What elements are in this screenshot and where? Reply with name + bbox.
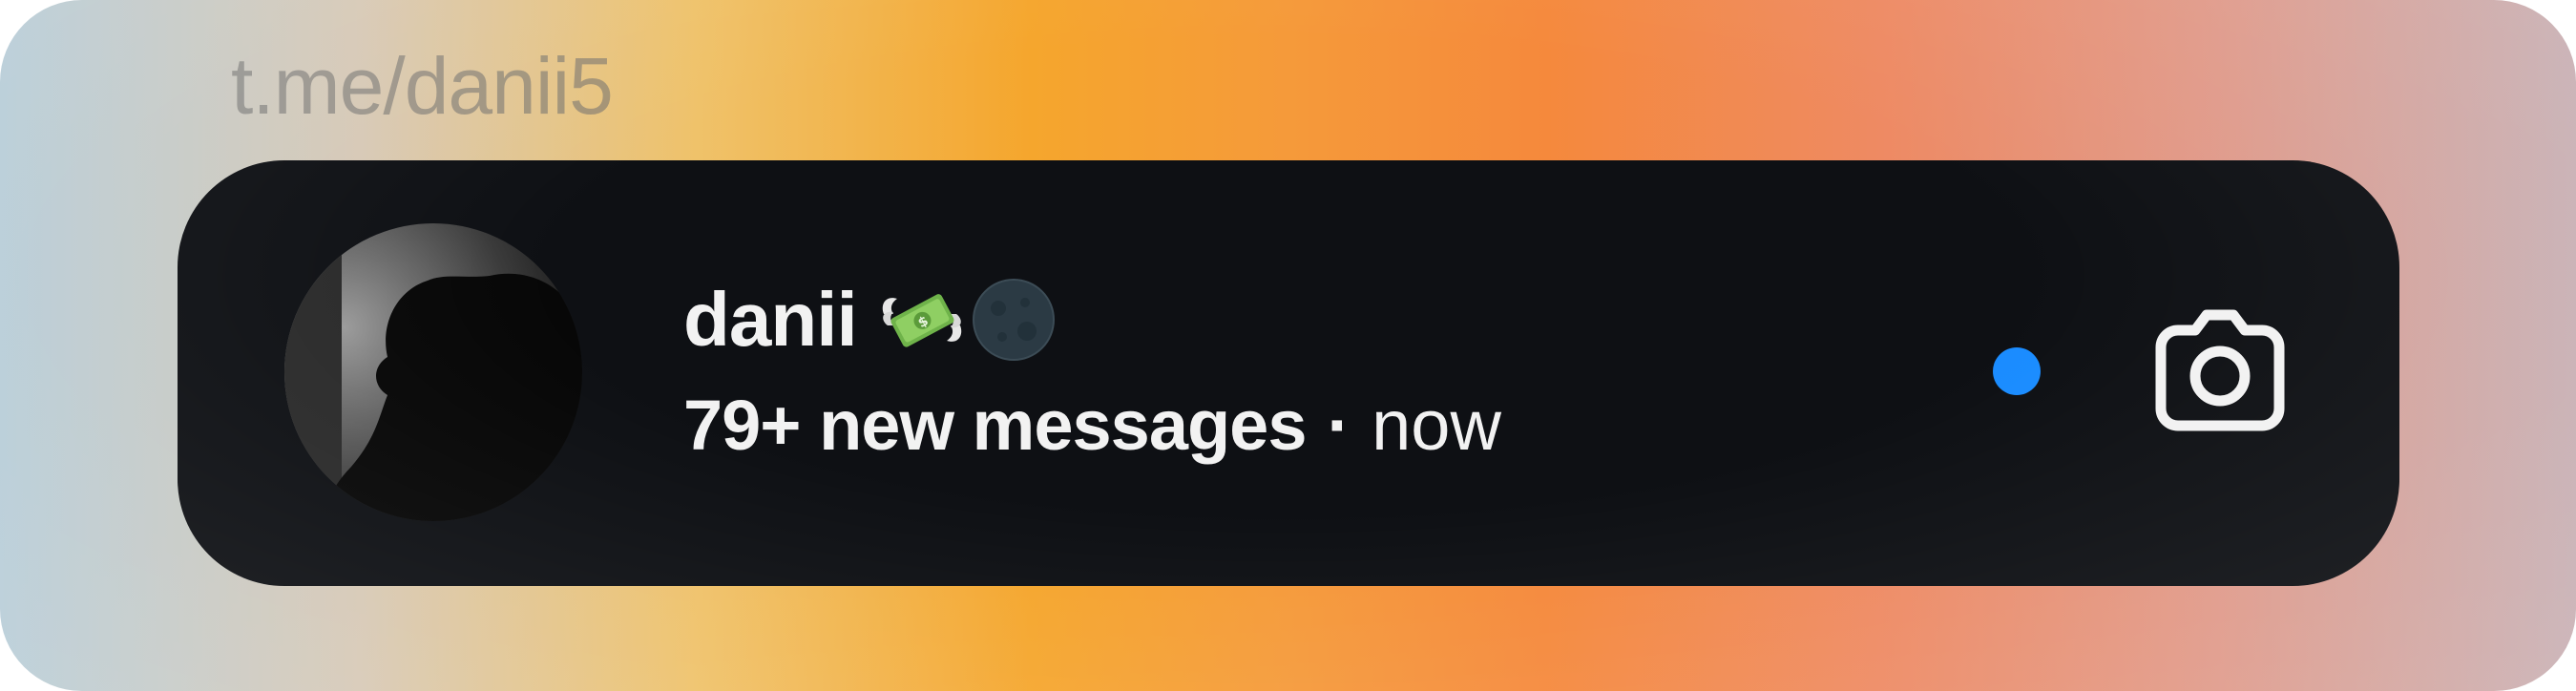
message-notification-toast[interactable]: danii $ 79+ new messages · now — [178, 160, 2399, 586]
new-moon-emoji-icon — [970, 276, 1058, 364]
avatar-silhouette-icon — [284, 223, 582, 521]
watermark-handle: t.me/danii5 — [231, 41, 614, 131]
separator-dot: · — [1327, 385, 1351, 465]
sender-line: danii $ — [683, 267, 1058, 372]
money-with-wings-emoji-icon: $ — [878, 276, 966, 364]
message-summary-line: 79+ new messages · now — [683, 372, 1501, 477]
notification-frame: t.me/danii5 danii $ 79+ new messages · n… — [0, 0, 2576, 691]
avatar[interactable] — [284, 223, 582, 521]
camera-icon — [2155, 309, 2285, 431]
camera-button[interactable] — [2153, 304, 2287, 437]
unread-indicator-dot — [1993, 347, 2041, 395]
timestamp: now — [1372, 385, 1501, 465]
message-count-text: 79+ new messages — [683, 385, 1307, 465]
sender-name: danii — [683, 277, 858, 362]
